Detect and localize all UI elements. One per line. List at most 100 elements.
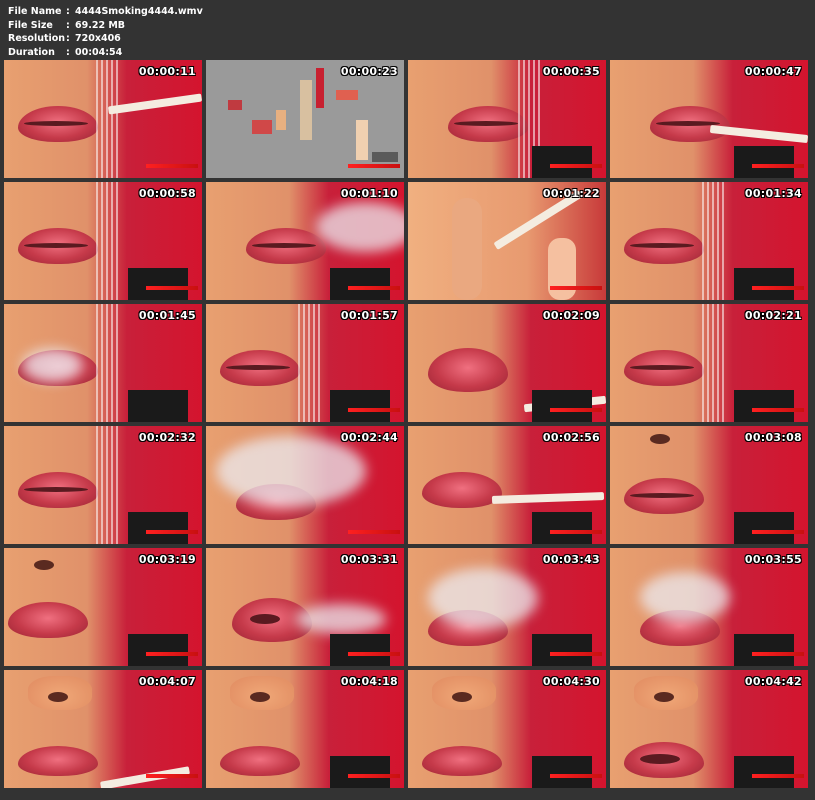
frame-timestamp: 00:02:32 bbox=[138, 431, 196, 444]
mouth-gap bbox=[252, 243, 316, 248]
thumbnail-frame: 00:03:43 bbox=[408, 548, 606, 666]
frame-timestamp: 00:03:43 bbox=[542, 553, 600, 566]
background-object bbox=[128, 390, 188, 422]
frame-timestamp: 00:00:47 bbox=[744, 65, 802, 78]
hair-image bbox=[96, 304, 118, 422]
file-size-label: File Size bbox=[8, 19, 53, 31]
frame-timestamp: 00:02:09 bbox=[542, 309, 600, 322]
frame-timestamp: 00:03:31 bbox=[340, 553, 398, 566]
glitch-block bbox=[252, 120, 272, 134]
watermark-logo bbox=[550, 164, 602, 173]
thumbnail-frame: 00:01:45 bbox=[4, 304, 202, 422]
thumbnail-frame: 00:03:08 bbox=[610, 426, 808, 544]
thumbnail-frame: 00:01:34 bbox=[610, 182, 808, 300]
thumbnail-frame: 00:03:31 bbox=[206, 548, 404, 666]
watermark-logo bbox=[348, 286, 400, 295]
lips-image bbox=[220, 746, 300, 776]
glitch-block bbox=[228, 100, 242, 110]
background-object bbox=[532, 146, 592, 178]
background-object bbox=[330, 390, 390, 422]
file-size-value: 69.22 MB bbox=[75, 19, 126, 31]
background-object bbox=[330, 756, 390, 788]
frame-timestamp: 00:01:22 bbox=[542, 187, 600, 200]
smoke-cloud bbox=[22, 348, 82, 382]
thumbnail-frame: 00:04:42 bbox=[610, 670, 808, 788]
frame-timestamp: 00:01:45 bbox=[138, 309, 196, 322]
frame-timestamp: 00:04:07 bbox=[138, 675, 196, 688]
smoke-cloud bbox=[640, 572, 730, 622]
thumbnail-frame: 00:01:10 bbox=[206, 182, 404, 300]
frame-timestamp: 00:00:58 bbox=[138, 187, 196, 200]
file-name-label: File Name bbox=[8, 6, 62, 17]
file-name-value: 4444Smoking4444.wmv bbox=[75, 6, 203, 17]
resolution-row: Resolution : 720x406 bbox=[8, 32, 203, 46]
nostril-image bbox=[650, 434, 670, 444]
mouth-gap bbox=[630, 493, 694, 498]
thumbnail-frame: 00:03:19 bbox=[4, 548, 202, 666]
background-object bbox=[734, 146, 794, 178]
watermark-logo bbox=[550, 530, 602, 539]
mouth-gap bbox=[630, 365, 694, 370]
frame-timestamp: 00:03:55 bbox=[744, 553, 802, 566]
watermark-logo bbox=[550, 408, 602, 417]
thumbnail-frame: 00:02:09 bbox=[408, 304, 606, 422]
frame-timestamp: 00:03:19 bbox=[138, 553, 196, 566]
frame-timestamp: 00:02:44 bbox=[340, 431, 398, 444]
watermark-logo bbox=[752, 286, 804, 295]
background-object bbox=[128, 268, 188, 300]
frame-timestamp: 00:00:23 bbox=[340, 65, 398, 78]
hair-image bbox=[702, 304, 724, 422]
glitch-block bbox=[356, 120, 368, 160]
frame-timestamp: 00:01:34 bbox=[744, 187, 802, 200]
thumbnail-frame: 00:01:57 bbox=[206, 304, 404, 422]
mouth-gap bbox=[630, 243, 694, 248]
frame-timestamp: 00:02:21 bbox=[744, 309, 802, 322]
glitch-block bbox=[276, 110, 286, 130]
background-object bbox=[734, 756, 794, 788]
background-object bbox=[734, 512, 794, 544]
watermark-logo bbox=[348, 774, 400, 783]
background-object bbox=[330, 268, 390, 300]
file-size-row: File Size : 69.22 MB bbox=[8, 19, 203, 33]
mouth-gap bbox=[226, 365, 290, 370]
thumbnail-frame: 00:02:32 bbox=[4, 426, 202, 544]
watermark-logo bbox=[146, 652, 198, 661]
lips-image bbox=[8, 602, 88, 638]
glitch-block bbox=[372, 152, 398, 162]
thumbnail-frame: 00:00:35 bbox=[408, 60, 606, 178]
cigarette-image bbox=[107, 93, 202, 115]
frame-timestamp: 00:04:18 bbox=[340, 675, 398, 688]
background-object bbox=[128, 512, 188, 544]
watermark-logo bbox=[752, 652, 804, 661]
cigarette-image bbox=[491, 492, 605, 504]
resolution-label: Resolution bbox=[8, 33, 66, 45]
mouth-gap bbox=[250, 614, 280, 624]
mouth-gap bbox=[24, 121, 88, 126]
nostril-image bbox=[250, 692, 270, 702]
background-object bbox=[532, 390, 592, 422]
cigarette-image bbox=[709, 124, 808, 144]
frame-timestamp: 00:01:10 bbox=[340, 187, 398, 200]
thumbnail-frame: 00:04:30 bbox=[408, 670, 606, 788]
watermark-logo bbox=[752, 164, 804, 173]
watermark-logo bbox=[146, 774, 198, 783]
background-object bbox=[532, 756, 592, 788]
lips-image bbox=[422, 472, 502, 508]
file-size-separator: : bbox=[66, 19, 70, 31]
frame-timestamp: 00:01:57 bbox=[340, 309, 398, 322]
nostril-image bbox=[654, 692, 674, 702]
watermark-logo bbox=[146, 164, 198, 173]
background-object bbox=[734, 390, 794, 422]
smoke-cloud bbox=[296, 604, 386, 634]
glitch-block bbox=[300, 80, 312, 140]
frame-timestamp: 00:03:08 bbox=[744, 431, 802, 444]
thumbnail-grid: 00:00:11 00:00:23 00:00:35 00:00:47 00:0… bbox=[4, 60, 808, 788]
file-info-panel: File Name : 4444Smoking4444.wmv File Siz… bbox=[8, 5, 203, 59]
watermark-logo bbox=[146, 530, 198, 539]
watermark-logo bbox=[550, 774, 602, 783]
frame-timestamp: 00:04:30 bbox=[542, 675, 600, 688]
duration-separator: : bbox=[66, 46, 70, 58]
hair-image bbox=[96, 426, 118, 544]
glitch-block bbox=[316, 68, 324, 108]
watermark-logo bbox=[550, 286, 602, 295]
